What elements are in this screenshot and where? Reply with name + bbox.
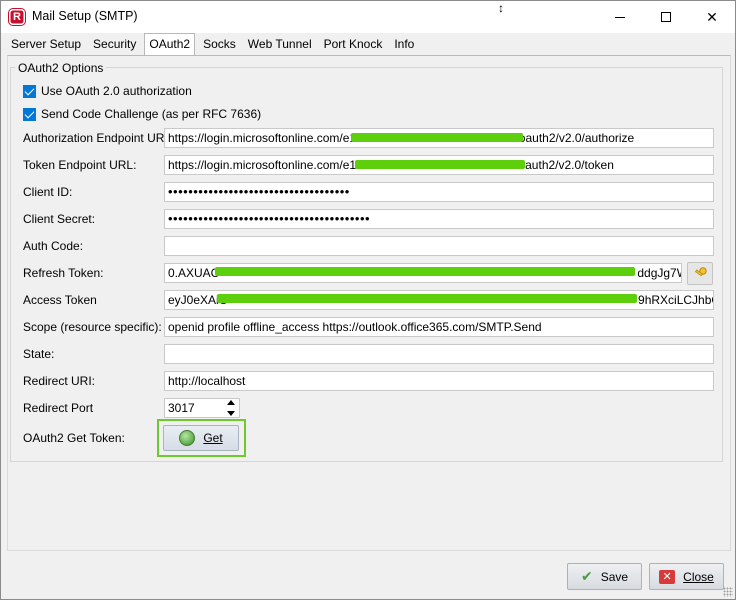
redirect-port-spinner[interactable]: 3017 — [164, 398, 240, 418]
window-title: Mail Setup (SMTP) — [32, 9, 138, 23]
token-endpoint-value-start: https://login.microsoftonline.com/e1f22 — [168, 158, 373, 172]
minimize-button[interactable] — [597, 1, 643, 33]
minimize-icon — [615, 16, 625, 18]
redirect-uri-label: Redirect URI: — [23, 374, 96, 388]
decrement-arrow-icon[interactable] — [227, 411, 235, 416]
token-endpoint-label: Token Endpoint URL: — [23, 158, 137, 172]
authorization-endpoint-label: Authorization Endpoint URL: — [23, 131, 175, 145]
use-oauth-label: Use OAuth 2.0 authorization — [41, 84, 192, 98]
checkmark-icon: ✔ — [580, 568, 593, 584]
auth-code-label: Auth Code: — [23, 239, 84, 253]
tab-info[interactable]: Info — [390, 35, 418, 55]
send-code-challenge-label: Send Code Challenge (as per RFC 7636) — [41, 107, 262, 121]
redirect-port-value: 3017 — [168, 401, 195, 415]
access-token-label: Access Token — [23, 293, 97, 307]
resize-grip[interactable] — [723, 587, 733, 597]
globe-refresh-icon — [179, 430, 196, 446]
title-bar[interactable]: R Mail Setup (SMTP) ↕ ✕ — [1, 1, 735, 33]
refresh-token-key-button[interactable] — [687, 262, 713, 285]
redirect-uri-input[interactable]: http://localhost — [164, 371, 714, 391]
tab-socks[interactable]: Socks — [199, 35, 240, 55]
spinner-arrows[interactable] — [225, 400, 237, 416]
redaction-mark — [355, 160, 525, 169]
refresh-token-value-end: ddgJg7W — [637, 266, 681, 280]
authorization-endpoint-value-start: https://login.microsoftonline.com/e1f2 — [168, 131, 367, 145]
access-token-value-end: 9hRXciLCJhbGci — [638, 293, 713, 307]
auth-code-input[interactable] — [164, 236, 714, 256]
redaction-mark — [215, 267, 635, 276]
mouse-cursor-icon: ↕ — [498, 1, 504, 15]
refresh-token-value-start: 0.AXUAC — [168, 266, 220, 280]
send-code-challenge-checkbox-row[interactable]: Send Code Challenge (as per RFC 7636) — [23, 106, 261, 122]
maximize-icon — [661, 12, 671, 22]
state-label: State: — [23, 347, 55, 361]
state-input[interactable] — [164, 344, 714, 364]
close-button[interactable]: ✕ Close — [649, 563, 724, 590]
save-button[interactable]: ✔ Save — [567, 563, 642, 590]
refresh-token-label: Refresh Token: — [23, 266, 104, 280]
close-icon: ✕ — [706, 8, 718, 25]
save-button-label: Save — [600, 569, 629, 584]
client-id-input[interactable]: •••••••••••••••••••••••••••••••••••• — [164, 182, 714, 202]
close-window-button[interactable]: ✕ — [689, 1, 735, 33]
send-code-challenge-checkbox[interactable] — [23, 107, 36, 121]
maximize-button[interactable] — [643, 1, 689, 33]
tab-server-setup[interactable]: Server Setup — [7, 35, 85, 55]
use-oauth-checkbox-row[interactable]: Use OAuth 2.0 authorization — [23, 83, 192, 99]
group-title: OAuth2 Options — [15, 61, 107, 75]
redaction-mark — [351, 133, 523, 142]
tab-security[interactable]: Security — [89, 35, 140, 55]
get-button-label: Get — [203, 431, 223, 445]
client-secret-label: Client Secret: — [23, 212, 96, 226]
get-token-button[interactable]: Get — [163, 425, 239, 451]
get-token-label: OAuth2 Get Token: — [23, 431, 125, 445]
tab-oauth2[interactable]: OAuth2 — [144, 33, 196, 55]
client-secret-input[interactable]: •••••••••••••••••••••••••••••••••••••••• — [164, 209, 714, 229]
tab-bar: Server Setup Security OAuth2 Socks Web T… — [7, 33, 422, 55]
app-icon: R — [9, 9, 25, 25]
close-button-label: Close — [683, 569, 714, 584]
scope-input[interactable]: openid profile offline_access https://ou… — [164, 317, 714, 337]
mail-setup-window: R Mail Setup (SMTP) ↕ ✕ Server Setup Sec… — [0, 0, 736, 600]
redirect-port-label: Redirect Port — [23, 401, 94, 415]
tab-web-tunnel[interactable]: Web Tunnel — [244, 35, 316, 55]
client-id-label: Client ID: — [23, 185, 73, 199]
close-x-icon: ✕ — [659, 569, 676, 584]
increment-arrow-icon[interactable] — [227, 400, 235, 405]
scope-label: Scope (resource specific): — [23, 320, 162, 334]
key-icon — [694, 266, 707, 276]
redaction-mark — [217, 294, 637, 303]
tab-port-knock[interactable]: Port Knock — [320, 35, 387, 55]
use-oauth-checkbox[interactable] — [23, 84, 36, 98]
